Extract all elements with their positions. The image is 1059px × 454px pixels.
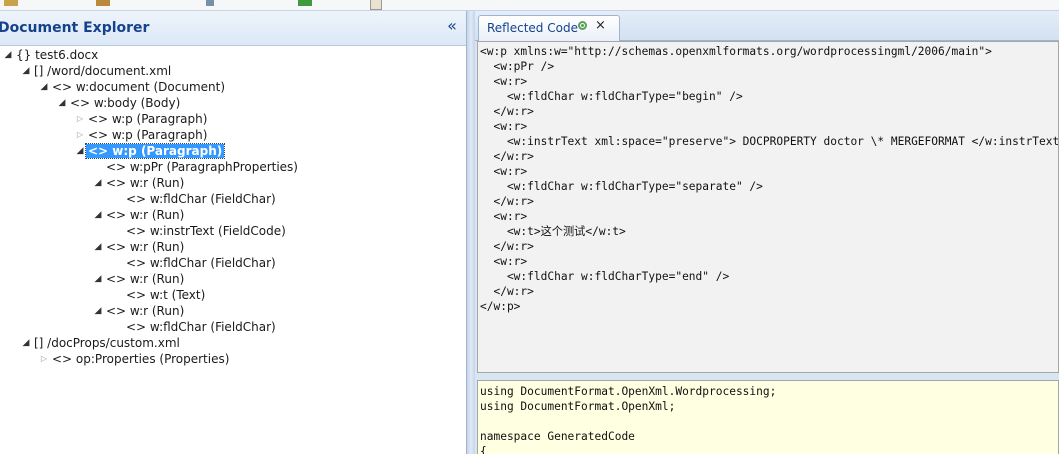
tree-node[interactable]: <> w:fldChar (FieldChar) xyxy=(112,191,278,207)
document-explorer-panel: Document Explorer « ◢{} test6.docx ◢[] /w… xyxy=(0,11,466,454)
tree-node-label: <> w:fldChar (FieldChar) xyxy=(126,192,276,206)
tree-node[interactable]: <> w:pPr (ParagraphProperties) xyxy=(92,159,300,175)
expanded-arrow-icon[interactable]: ◢ xyxy=(74,143,86,159)
tree-node[interactable]: ◢[] /docProps/custom.xml xyxy=(20,335,182,351)
pin-icon[interactable] xyxy=(578,21,587,30)
reflected-code-panel: Reflected Code × <w:p xmlns:w="http://sc… xyxy=(475,11,1059,454)
expanded-arrow-icon[interactable]: ◢ xyxy=(56,95,68,111)
tree-node[interactable]: ◢ <> w:document (Document) xyxy=(38,79,227,95)
tree-node-label: <> w:fldChar (FieldChar) xyxy=(126,256,276,270)
reflected-xml-text: <w:p xmlns:w="http://schemas.openxmlform… xyxy=(480,45,1059,313)
tree-node-label: <> w:p (Paragraph) xyxy=(84,143,226,159)
tree-node[interactable]: ◢ <> w:r (Run) xyxy=(92,175,186,191)
expanded-arrow-icon[interactable]: ◢ xyxy=(92,239,104,255)
tree-node[interactable]: <> w:fldChar (FieldChar) xyxy=(112,319,278,335)
toolbar-icon[interactable] xyxy=(96,0,110,6)
expanded-arrow-icon[interactable]: ◢ xyxy=(92,207,104,223)
tree-node[interactable]: <> w:instrText (FieldCode) xyxy=(112,223,288,239)
tree-node[interactable]: ◢ <> w:r (Run) xyxy=(92,271,186,287)
toolbar-icon[interactable] xyxy=(206,0,214,6)
tree-node[interactable]: ▷ <> w:p (Paragraph) xyxy=(74,127,209,143)
tree-node[interactable]: ▷ <> w:p (Paragraph) xyxy=(74,111,209,127)
tree-node-label: {} test6.docx xyxy=(16,48,99,62)
tree-node[interactable]: ◢ <> w:p (Paragraph) xyxy=(74,143,226,159)
tree-node-label: <> w:fldChar (FieldChar) xyxy=(126,320,276,334)
collapsed-arrow-icon[interactable]: ▷ xyxy=(74,111,86,127)
collapse-panel-icon[interactable]: « xyxy=(444,17,460,35)
tree-node-label: <> w:r (Run) xyxy=(106,272,185,286)
reflected-xml-viewer[interactable]: <w:p xmlns:w="http://schemas.openxmlform… xyxy=(477,41,1059,373)
tree-node[interactable]: ◢[] /word/document.xml xyxy=(20,63,173,79)
tree-node-label: <> w:instrText (FieldCode) xyxy=(126,224,286,238)
toolbar-icon[interactable] xyxy=(4,0,18,6)
tree-node-label: <> w:pPr (ParagraphProperties) xyxy=(106,160,298,174)
tree-node[interactable]: ▷ <> op:Properties (Properties) xyxy=(38,351,231,367)
tree-node-label: <> w:r (Run) xyxy=(106,176,185,190)
expanded-arrow-icon[interactable]: ◢ xyxy=(2,47,14,63)
close-icon[interactable]: × xyxy=(595,18,606,33)
tree-node-label: <> w:p (Paragraph) xyxy=(88,128,208,142)
tree-node-label: <> w:r (Run) xyxy=(106,208,185,222)
tree-node-label: <> w:p (Paragraph) xyxy=(88,112,208,126)
toolbar-strip xyxy=(0,0,1059,11)
horizontal-splitter[interactable] xyxy=(475,373,1059,380)
tab-reflected-code[interactable]: Reflected Code × xyxy=(478,15,620,41)
tab-label: Reflected Code xyxy=(487,21,578,35)
tree-node-label: <> w:r (Run) xyxy=(106,304,185,318)
expanded-arrow-icon[interactable]: ◢ xyxy=(38,79,50,95)
expanded-arrow-icon[interactable]: ◢ xyxy=(92,271,104,287)
explorer-header: Document Explorer « xyxy=(0,11,466,46)
tree-node[interactable]: ◢ <> w:r (Run) xyxy=(92,239,186,255)
collapsed-arrow-icon[interactable]: ▷ xyxy=(74,127,86,143)
tree-node-label: <> w:r (Run) xyxy=(106,240,185,254)
expanded-arrow-icon[interactable]: ◢ xyxy=(20,63,32,79)
tree-node-label: <> w:document (Document) xyxy=(52,80,226,94)
generated-code-text: using DocumentFormat.OpenXml.Wordprocess… xyxy=(480,385,777,454)
tree-node[interactable]: ◢{} test6.docx xyxy=(2,47,100,63)
tree-node[interactable]: <> w:fldChar (FieldChar) xyxy=(112,255,278,271)
tab-bar: Reflected Code × xyxy=(475,11,1059,41)
tree-node-label: <> w:body (Body) xyxy=(70,96,181,110)
expanded-arrow-icon[interactable]: ◢ xyxy=(92,175,104,191)
expanded-arrow-icon[interactable]: ◢ xyxy=(20,335,32,351)
tree-node-label: [] /docProps/custom.xml xyxy=(34,336,180,350)
tree-node[interactable]: <> w:t (Text) xyxy=(112,287,207,303)
toolbar-icon[interactable] xyxy=(370,0,382,10)
tree-node[interactable]: ◢ <> w:r (Run) xyxy=(92,207,186,223)
tree-node[interactable]: ◢ <> w:body (Body) xyxy=(56,95,182,111)
generated-code-viewer[interactable]: using DocumentFormat.OpenXml.Wordprocess… xyxy=(477,380,1059,454)
toolbar-icon[interactable] xyxy=(298,0,312,6)
expanded-arrow-icon[interactable]: ◢ xyxy=(92,303,104,319)
tree-node-label: <> op:Properties (Properties) xyxy=(52,352,230,366)
tree-node-label: <> w:t (Text) xyxy=(126,288,206,302)
collapsed-arrow-icon[interactable]: ▷ xyxy=(38,351,50,367)
tree-node[interactable]: ◢ <> w:r (Run) xyxy=(92,303,186,319)
explorer-title: Document Explorer xyxy=(0,20,150,36)
tree-node-label: [] /word/document.xml xyxy=(34,64,172,78)
